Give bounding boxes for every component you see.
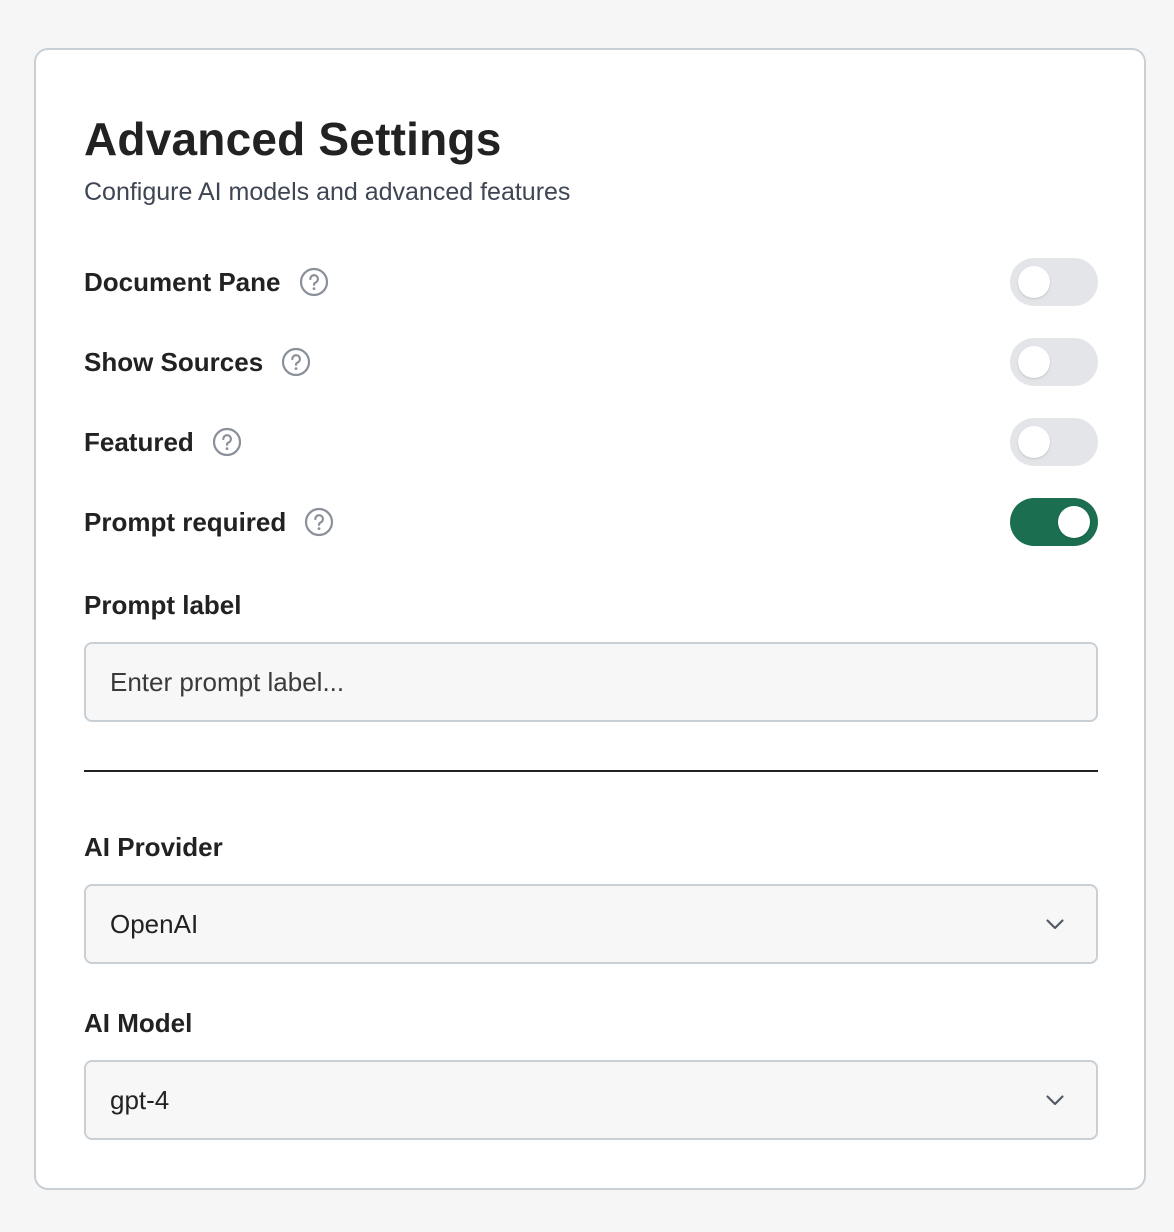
ai-provider-select[interactable]: OpenAI [84,884,1098,964]
prompt-label-input[interactable] [84,642,1098,722]
page-title: Advanced Settings [84,113,502,165]
prompt-label-heading: Prompt label [84,590,242,620]
page-subtitle: Configure AI models and advanced feature… [84,178,571,206]
prompt-required-toggle[interactable] [1010,498,1098,546]
chevron-down-icon [1044,913,1066,935]
toggle-knob [1018,426,1050,458]
toggle-row-prompt-required: Prompt required [84,498,1098,546]
question-circle-icon[interactable] [304,507,334,537]
toggle-label: Featured [84,426,194,457]
section-divider [84,770,1098,772]
toggle-knob [1058,506,1090,538]
toggle-knob [1018,346,1050,378]
toggle-label: Document Pane [84,266,281,297]
toggle-row-featured: Featured [84,418,1098,466]
ai-model-label: AI Model [84,1008,193,1038]
chevron-down-icon [1044,1089,1066,1111]
toggle-row-document-pane: Document Pane [84,258,1098,306]
featured-toggle[interactable] [1010,418,1098,466]
toggle-label: Prompt required [84,506,287,537]
toggle-label: Show Sources [84,346,264,377]
question-circle-icon[interactable] [299,267,329,297]
ai-model-select[interactable]: gpt-4 [84,1060,1098,1140]
toggle-row-show-sources: Show Sources [84,338,1098,386]
ai-provider-label: AI Provider [84,832,223,862]
question-circle-icon[interactable] [281,347,311,377]
show-sources-toggle[interactable] [1010,338,1098,386]
question-circle-icon[interactable] [212,427,242,457]
ai-model-value: gpt-4 [110,1084,170,1115]
document-pane-toggle[interactable] [1010,258,1098,306]
toggle-knob [1018,266,1050,298]
ai-provider-value: OpenAI [110,908,199,939]
advanced-settings-card: Advanced Settings Configure AI models an… [34,48,1146,1190]
